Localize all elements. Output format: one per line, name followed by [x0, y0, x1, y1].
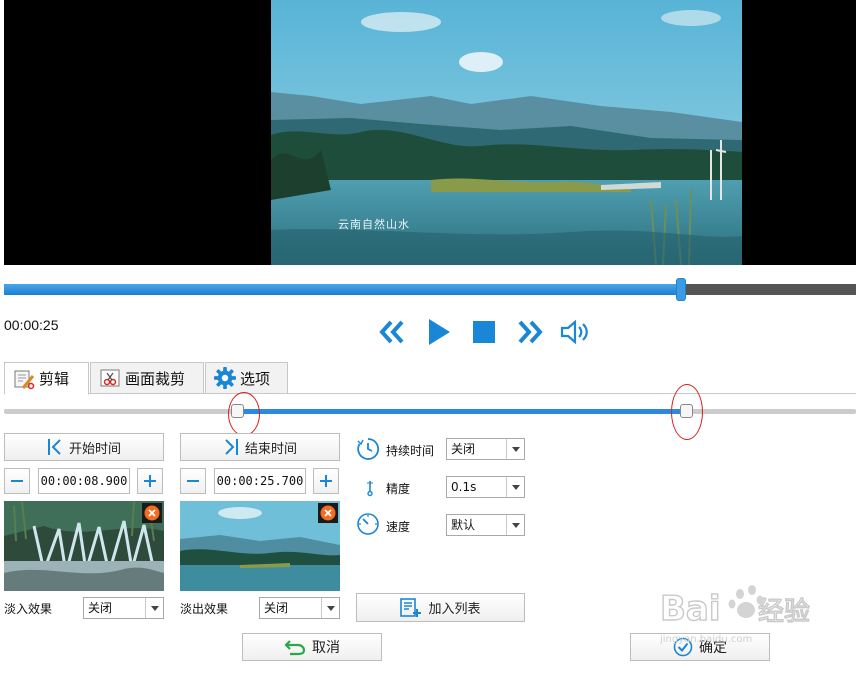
set-start-time-button[interactable]: 开始时间: [4, 433, 164, 461]
duration-clock-icon: [355, 436, 381, 462]
video-frame: 云南自然山水: [271, 0, 742, 265]
add-list-icon: [400, 597, 422, 618]
stop-button[interactable]: [468, 316, 500, 348]
playback-progress-bar[interactable]: [4, 284, 856, 295]
speed-gauge-icon: [355, 511, 381, 537]
trim-end-handle[interactable]: [679, 404, 693, 418]
precision-value: 0.1s: [451, 480, 477, 494]
chevron-down-icon: [506, 477, 524, 497]
fade-in-label: 淡入效果: [4, 602, 53, 616]
tab-options[interactable]: 选项: [205, 362, 288, 394]
video-caption: 云南自然山水: [338, 218, 410, 231]
end-time-increment-button[interactable]: [313, 468, 339, 494]
play-button[interactable]: [423, 316, 455, 348]
close-icon: [320, 505, 336, 521]
set-start-time-label: 开始时间: [68, 441, 121, 457]
minus-icon: [11, 480, 23, 482]
end-time-field[interactable]: [214, 468, 306, 494]
playback-progress-handle[interactable]: [676, 278, 687, 301]
precision-icon: [355, 475, 381, 501]
bracket-left-arrow-icon: [47, 438, 63, 456]
duration-value: 关闭: [451, 442, 476, 456]
chevron-down-icon: [506, 439, 524, 459]
duration-label: 持续时间: [386, 444, 435, 458]
tab-crop-label: 画面裁剪: [125, 369, 186, 388]
remove-start-frame-button[interactable]: [142, 503, 162, 523]
tab-bar: 剪辑 画面裁剪 选项: [4, 362, 856, 395]
speed-label: 速度: [386, 520, 411, 534]
playback-progress-fill: [4, 284, 682, 295]
speed-select[interactable]: 默认: [446, 514, 525, 536]
svg-text:Bai: Bai: [660, 589, 721, 629]
tab-edit[interactable]: 剪辑: [4, 362, 89, 395]
fade-out-label: 淡出效果: [180, 602, 229, 616]
tab-crop[interactable]: 画面裁剪: [90, 362, 204, 394]
cancel-button[interactable]: 取消: [242, 633, 382, 661]
tab-options-label: 选项: [240, 369, 271, 388]
fade-in-select[interactable]: 关闭: [83, 597, 164, 619]
tab-edit-label: 剪辑: [39, 370, 70, 388]
current-time: 00:00:25: [4, 317, 59, 333]
double-chevron-left-icon: [379, 320, 404, 344]
double-chevron-right-icon: [518, 320, 543, 344]
minus-icon: [187, 480, 199, 482]
trim-selected-range: [237, 409, 686, 414]
set-end-time-button[interactable]: 结束时间: [180, 433, 340, 461]
rewind-button[interactable]: [376, 316, 408, 348]
precision-select[interactable]: 0.1s: [446, 476, 525, 498]
bracket-right-arrow-icon: [223, 438, 239, 456]
start-time-increment-button[interactable]: [137, 468, 163, 494]
plus-icon: [320, 475, 332, 487]
svg-text:经验: 经验: [758, 597, 810, 627]
close-icon: [144, 505, 160, 521]
speed-value: 默认: [451, 518, 476, 532]
add-to-list-label: 加入列表: [428, 602, 481, 617]
fade-in-value: 关闭: [88, 601, 113, 615]
cancel-label: 取消: [312, 640, 340, 656]
crop-scissors-icon: [99, 367, 121, 389]
play-icon: [429, 319, 450, 345]
start-time-decrement-button[interactable]: [4, 468, 30, 494]
start-time-field[interactable]: [38, 468, 130, 494]
volume-button[interactable]: [560, 316, 592, 348]
add-to-list-button[interactable]: 加入列表: [356, 593, 525, 622]
set-end-time-label: 结束时间: [244, 441, 297, 457]
check-circle-icon: [673, 637, 693, 657]
video-preview[interactable]: 云南自然山水: [4, 0, 856, 265]
chevron-down-icon: [506, 515, 524, 535]
undo-arrow-icon: [284, 638, 306, 656]
confirm-label: 确定: [699, 640, 727, 656]
gear-icon: [214, 367, 236, 389]
trim-start-handle[interactable]: [231, 404, 245, 418]
end-time-decrement-button[interactable]: [180, 468, 206, 494]
scissors-ruler-icon: [13, 368, 35, 390]
fade-out-select[interactable]: 关闭: [259, 597, 340, 619]
speaker-icon: [560, 319, 588, 345]
chevron-down-icon: [145, 598, 163, 618]
fade-out-value: 关闭: [264, 601, 289, 615]
end-frame-thumbnail: [180, 501, 340, 591]
confirm-button[interactable]: 确定: [630, 633, 770, 661]
chevron-down-icon: [321, 598, 339, 618]
start-frame-thumbnail: [4, 501, 164, 591]
forward-button[interactable]: [514, 316, 546, 348]
plus-icon: [144, 475, 156, 487]
remove-end-frame-button[interactable]: [318, 503, 338, 523]
duration-select[interactable]: 关闭: [446, 438, 525, 460]
precision-label: 精度: [386, 482, 411, 496]
stop-icon: [473, 321, 495, 343]
